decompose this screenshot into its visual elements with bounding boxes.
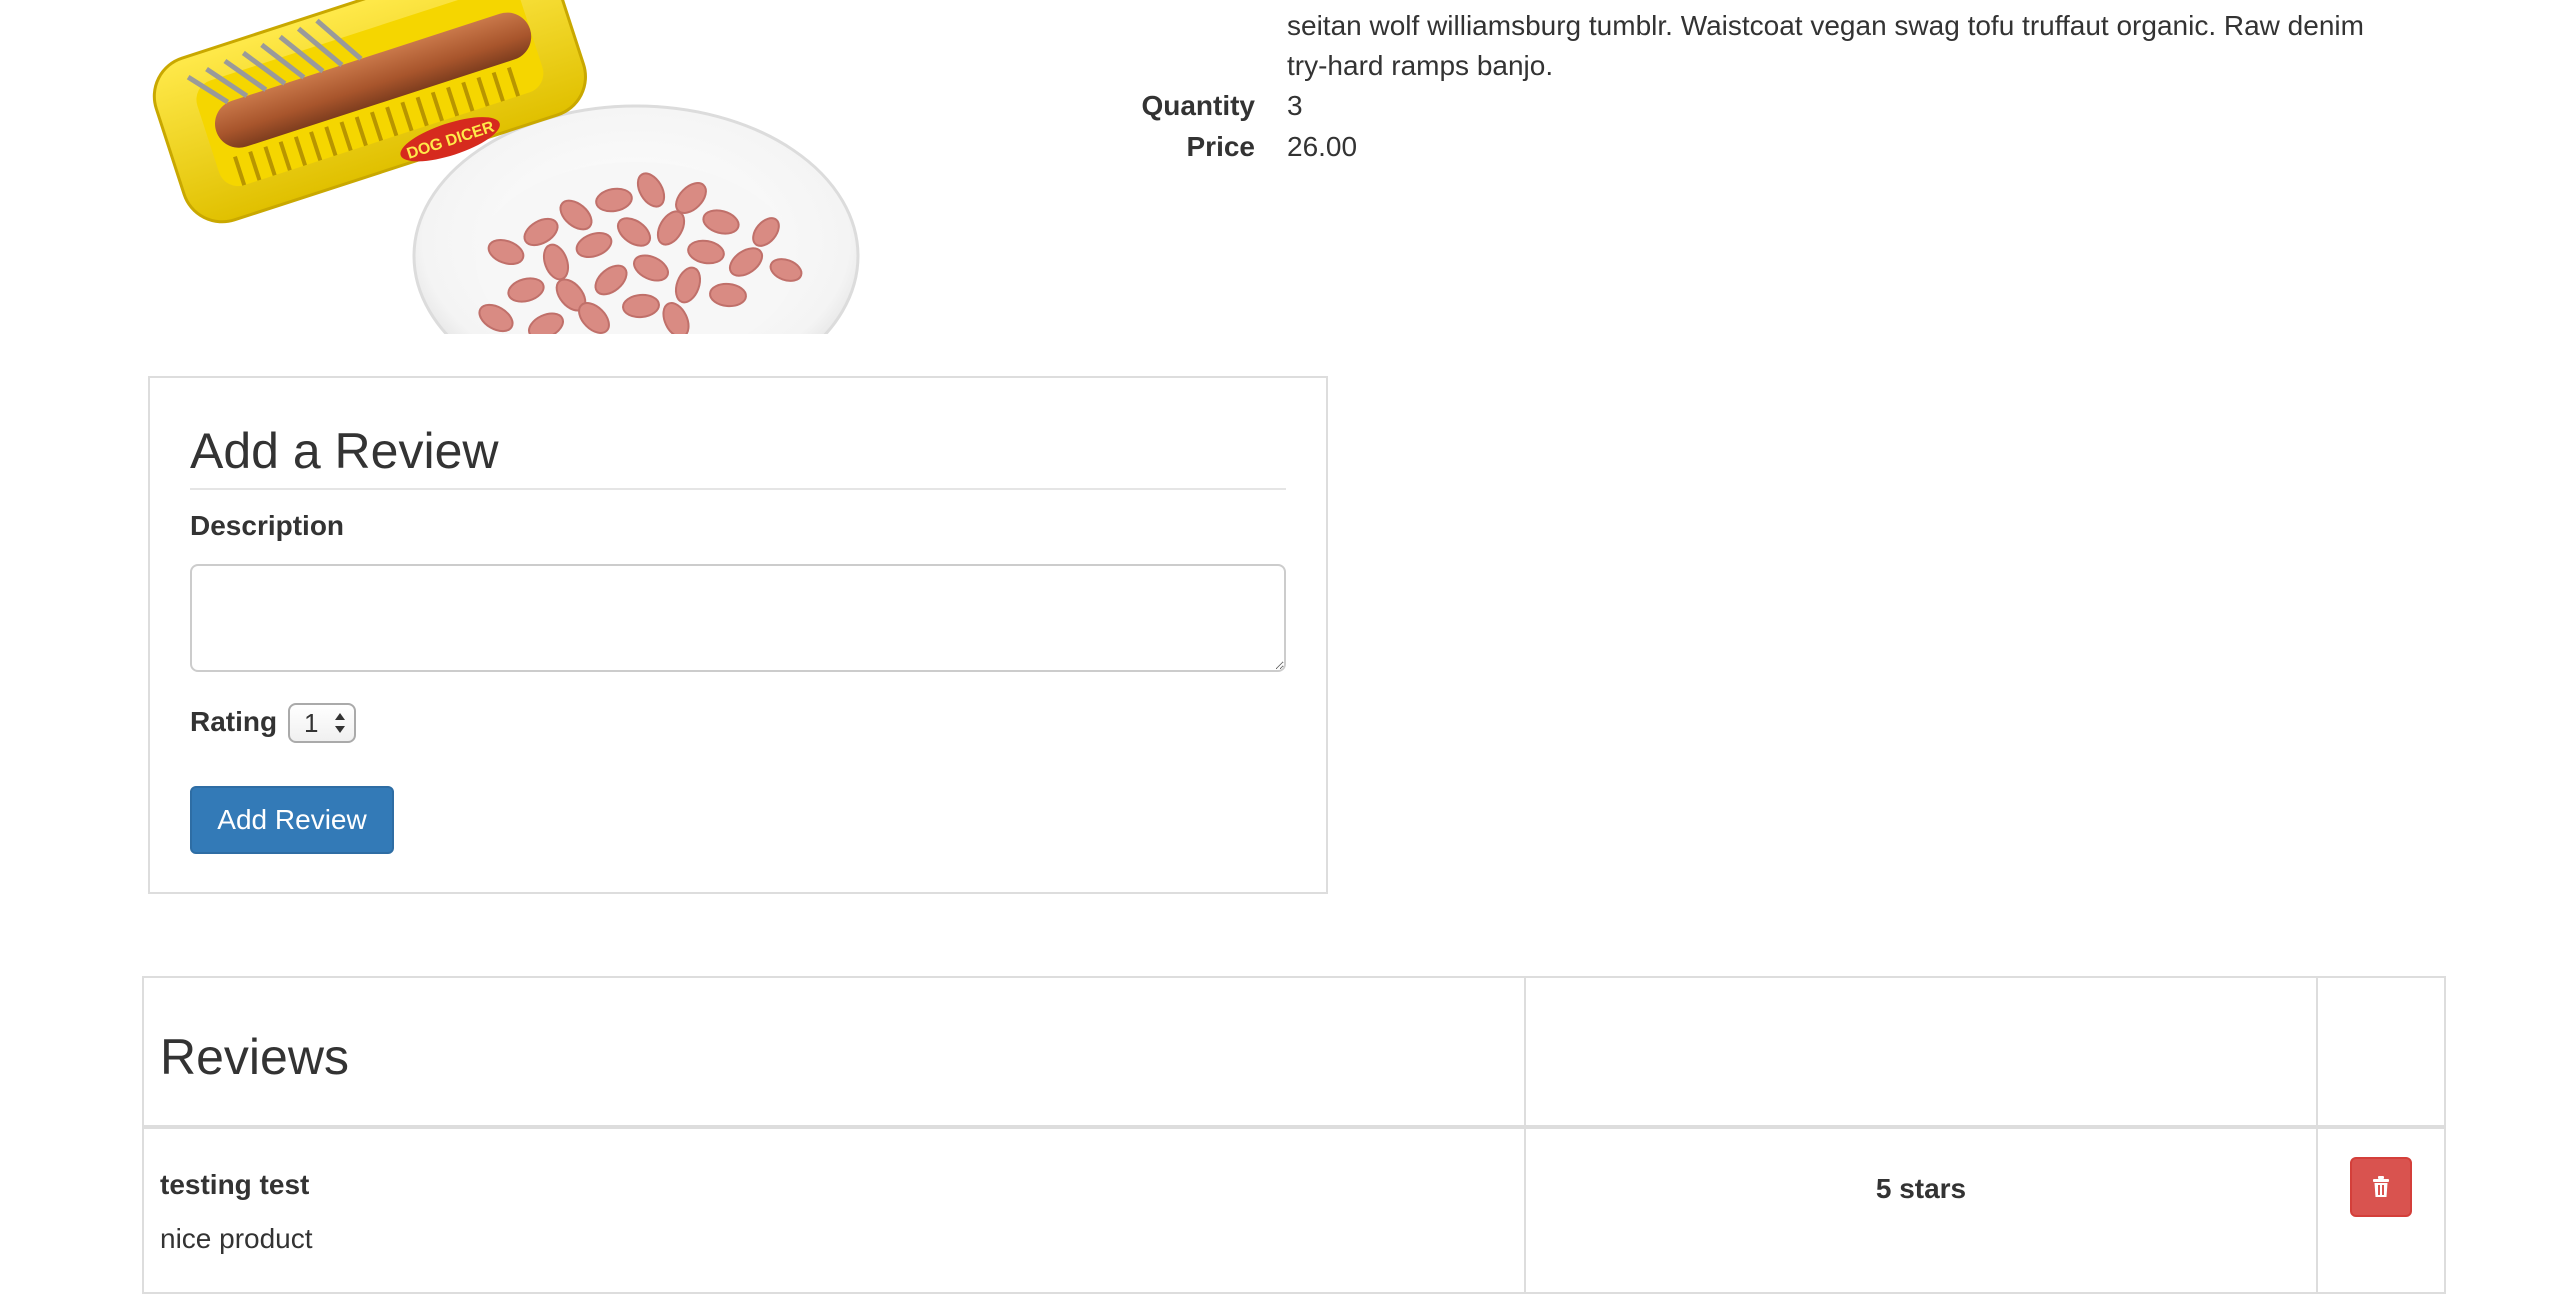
header-cell-actions <box>2316 976 2446 1129</box>
reviews-header-row: Reviews <box>142 976 2446 1129</box>
price-row: Price 26.00 <box>1080 127 2380 167</box>
review-content-cell: testing test nice product <box>142 1126 1526 1294</box>
reviews-heading: Reviews <box>160 1029 349 1085</box>
review-rating: 5 stars <box>1875 1173 1967 1204</box>
reviews-table: Reviews testing test nice product 5 star… <box>142 976 2446 1294</box>
rating-label: Rating <box>190 706 278 737</box>
review-rating-cell: 5 stars <box>1524 1126 2318 1294</box>
price-label: Price <box>1186 131 1256 162</box>
product-detail-page: DOG DICER seitan wolf williamsburg tumbl… <box>0 0 2558 1300</box>
product-description: seitan wolf williamsburg tumblr. Waistco… <box>1287 6 2487 86</box>
add-review-title: Add a Review <box>190 414 1286 490</box>
review-actions-cell <box>2316 1126 2446 1294</box>
quantity-value: 3 <box>1287 90 1303 121</box>
header-cell-rating <box>1524 976 2318 1129</box>
quantity-label: Quantity <box>1141 90 1255 121</box>
rating-select[interactable]: 1 <box>288 703 356 743</box>
trash-icon <box>2373 1176 2389 1197</box>
rating-select-value: 1 <box>304 708 319 738</box>
reviews-heading-cell: Reviews <box>142 976 1526 1129</box>
review-author: testing test <box>160 1169 310 1200</box>
delete-review-button[interactable] <box>2350 1157 2412 1217</box>
add-review-form: Add a Review Description Rating 1 Add Re… <box>148 376 1328 894</box>
review-text: nice product <box>160 1223 313 1254</box>
product-image: DOG DICER <box>146 0 866 334</box>
hot-dog-dicer-product-photo: DOG DICER <box>152 0 860 334</box>
table-row: testing test nice product 5 stars <box>142 1126 2446 1294</box>
add-review-button[interactable]: Add Review <box>190 786 394 854</box>
description-label: Description <box>190 510 345 541</box>
description-textarea[interactable] <box>190 564 1286 672</box>
quantity-row: Quantity 3 <box>1080 86 2380 126</box>
description-line: seitan wolf williamsburg tumblr. Waistco… <box>1287 10 2364 41</box>
select-arrows-icon <box>335 713 345 733</box>
price-value: 26.00 <box>1287 131 1358 162</box>
description-line: try-hard ramps banjo. <box>1287 50 1554 81</box>
